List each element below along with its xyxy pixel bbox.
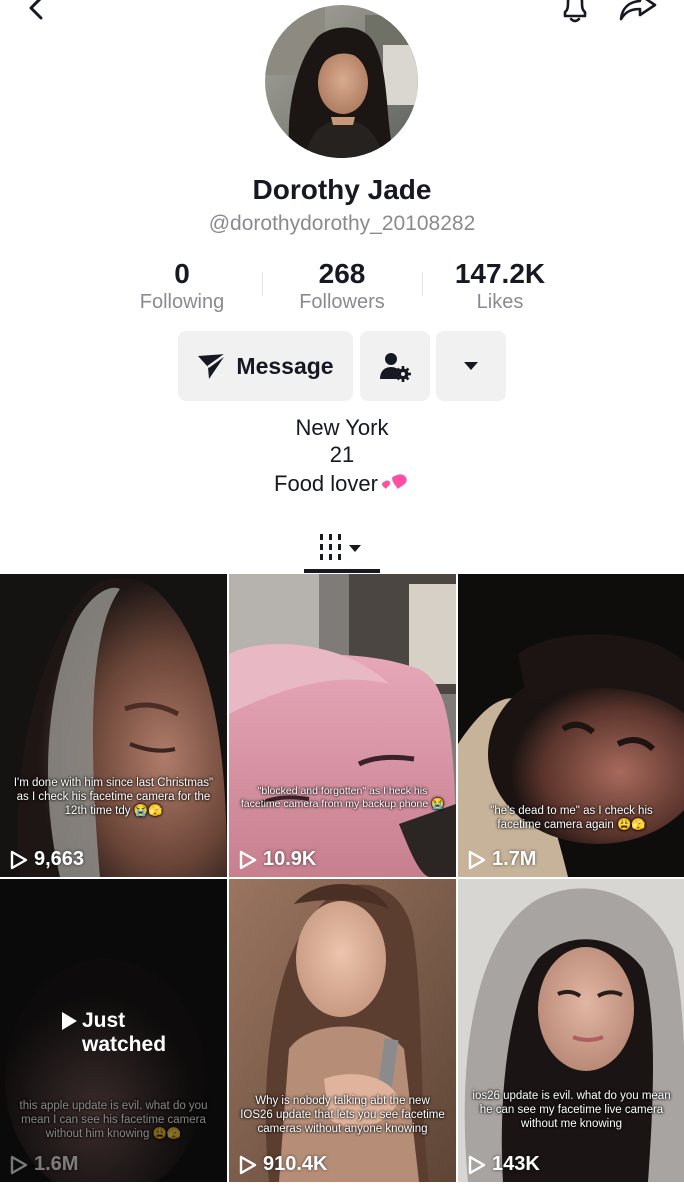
profile-stats: 0 Following 268 Followers 147.2K Likes [0, 258, 684, 318]
video-thumbnail [458, 879, 684, 1182]
video-grid: I'm done with him since last Christmas" … [0, 574, 684, 1200]
view-count: 9,663 [10, 848, 84, 871]
play-filled-icon [62, 1012, 77, 1030]
bio-age: 21 [329, 442, 355, 467]
video-tile[interactable]: Why is nobody talking abt the new IOS26 … [229, 879, 456, 1182]
video-tile[interactable]: "blocked and forgotten" as I heck his fa… [229, 574, 456, 877]
video-tile[interactable]: Just watched this apple update is evil. … [0, 879, 227, 1182]
just-watched-text-2: watched [82, 1033, 167, 1056]
tab-videos[interactable] [304, 522, 380, 574]
stat-followers[interactable]: 268 Followers [262, 258, 422, 314]
just-watched-row: Just [60, 1009, 190, 1033]
video-caption: this apple update is evil. what do you m… [19, 1100, 208, 1140]
bio-interest: Food lover [274, 471, 378, 496]
video-thumbnail [0, 574, 227, 877]
play-icon [468, 850, 486, 869]
video-tile[interactable]: ios26 update is evil. what do you mean h… [458, 879, 684, 1182]
just-watched-text-1: Just [82, 1009, 126, 1032]
pink-hearts-emoji [381, 474, 407, 489]
play-icon [468, 1155, 486, 1174]
message-button[interactable]: Message [178, 331, 353, 401]
view-count-value: 1.7M [492, 848, 537, 870]
stat-following[interactable]: 0 Following [102, 258, 262, 314]
caret-down-icon [464, 362, 478, 370]
view-count-value: 10.9K [263, 848, 317, 870]
person-gear-icon [380, 353, 411, 382]
username-handle: @dorothydorothy_20108282 [208, 212, 476, 235]
video-caption: "blocked and forgotten" as I heck his fa… [240, 785, 445, 810]
chevron-left-icon[interactable] [22, 0, 52, 24]
stat-likes[interactable]: 147.2K Likes [420, 258, 580, 314]
video-caption: ios26 update is evil. what do you mean h… [472, 1090, 671, 1130]
video-caption: I'm done with him since last Christmas" … [13, 777, 214, 817]
profile-bio: New York 21 Food lover [0, 414, 684, 497]
view-count-value: 910.4K [263, 1153, 328, 1175]
share-arrow-icon[interactable] [618, 0, 658, 26]
video-tile[interactable]: I'm done with him since last Christmas" … [0, 574, 227, 877]
video-thumbnail [229, 879, 456, 1182]
stat-value: 268 [318, 258, 366, 289]
view-count: 1.7M [468, 848, 536, 871]
more-options-button[interactable] [436, 331, 506, 401]
stat-value: 0 [174, 258, 190, 289]
view-count: 1.6M [10, 1153, 78, 1176]
video-thumbnail [229, 574, 456, 877]
video-caption: Why is nobody talking abt the new IOS26 … [240, 1095, 445, 1135]
video-tile[interactable]: "he's dead to me" as I check his facetim… [458, 574, 684, 877]
display-name: Dorothy Jade [252, 174, 432, 205]
just-watched-label: Just watched [60, 1009, 190, 1057]
view-count: 910.4K [239, 1153, 328, 1176]
view-count-value: 9,663 [34, 848, 85, 870]
avatar[interactable] [265, 5, 418, 158]
bio-location: New York [295, 415, 389, 440]
grid-lines-icon [320, 534, 361, 560]
play-icon [239, 1155, 257, 1174]
view-count-value: 1.6M [34, 1153, 79, 1175]
stat-label: Followers [299, 291, 385, 313]
view-count-value: 143K [492, 1153, 540, 1175]
stat-label: Likes [476, 291, 524, 313]
active-tab-indicator [304, 569, 380, 573]
play-icon [10, 850, 28, 869]
stat-value: 147.2K [454, 258, 546, 289]
message-button-label: Message [236, 352, 334, 379]
bell-icon[interactable] [558, 0, 592, 26]
stat-label: Following [139, 291, 225, 313]
video-caption: "he's dead to me" as I check his facetim… [490, 805, 653, 831]
send-plane-icon [198, 353, 228, 379]
view-count: 143K [468, 1153, 540, 1176]
play-icon [10, 1155, 28, 1174]
bio-interest-line: Food lover [0, 468, 684, 497]
profile-actions: Message [0, 331, 684, 401]
content-tabs [0, 522, 684, 574]
view-count: 10.9K [239, 848, 316, 871]
friend-settings-button[interactable] [360, 331, 430, 401]
play-icon [239, 850, 257, 869]
